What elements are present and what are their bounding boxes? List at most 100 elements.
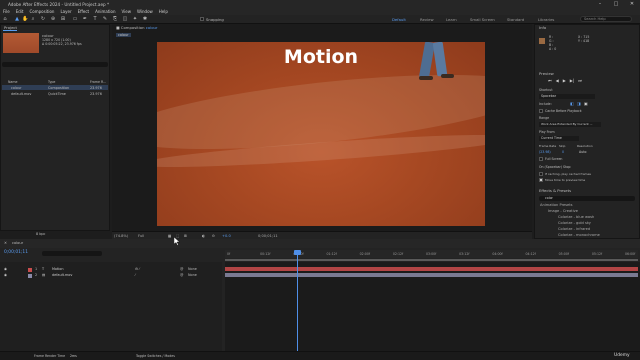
workspace-default[interactable]: Default [392, 17, 406, 22]
layer-switches[interactable]: ⚙ ⁄ [135, 267, 140, 271]
hand-tool-icon[interactable]: ✋ [22, 16, 28, 22]
type-tool-icon[interactable]: T [92, 16, 98, 22]
selection-tool-icon[interactable]: ▲ [14, 16, 20, 22]
parent-pickwhip-icon[interactable]: @ [180, 267, 183, 271]
play-from-dropdown[interactable]: Current Time [539, 136, 579, 141]
minimize-icon[interactable]: – [592, 0, 608, 8]
resolution-dropdown[interactable]: Full [138, 234, 144, 238]
layer-switches[interactable]: ⁄ [135, 273, 136, 277]
toggle-switches-modes[interactable]: Toggle Switches / Modes [136, 354, 175, 358]
zoom-tool-icon[interactable]: ⌕ [30, 16, 36, 22]
include-overlays-icon[interactable]: ▣ [584, 101, 588, 106]
composition-tab[interactable]: ■ Composition colour [116, 25, 158, 30]
menu-edit[interactable]: Edit [16, 9, 24, 14]
parent-dropdown[interactable]: None [188, 267, 197, 271]
resolution-dropdown[interactable]: Auto [579, 150, 586, 154]
menu-help[interactable]: Help [159, 9, 168, 14]
parent-pickwhip-icon[interactable]: @ [180, 273, 183, 277]
first-frame-icon[interactable]: ⏮ [548, 78, 552, 83]
effects-presets-title[interactable]: Effects & Presets [539, 188, 571, 193]
tree-image-creative[interactable]: Image - Creative [548, 209, 578, 213]
home-icon[interactable]: ⌂ [2, 16, 8, 22]
maximize-icon[interactable]: □ [608, 0, 624, 8]
eraser-tool-icon[interactable]: ◫ [122, 16, 128, 22]
cache-checkbox[interactable] [539, 109, 543, 113]
clone-tool-icon[interactable]: ⎘ [112, 16, 118, 22]
camera-tool-icon[interactable]: ⊕ [50, 16, 56, 22]
rectangle-tool-icon[interactable]: ▭ [72, 16, 78, 22]
menu-view[interactable]: View [122, 9, 132, 14]
parent-dropdown[interactable]: None [188, 273, 197, 277]
workspace-standard[interactable]: Standard [507, 17, 524, 22]
tree-blue-wash[interactable]: Colorize - blue wash [558, 215, 594, 219]
workspace-learn[interactable]: Learn [446, 17, 457, 22]
roto-tool-icon[interactable]: ✦ [132, 16, 138, 22]
menu-window[interactable]: Window [137, 9, 153, 14]
if-caching-checkbox[interactable] [539, 172, 543, 176]
menu-file[interactable]: File [3, 9, 10, 14]
anchor-tool-icon[interactable]: ⊞ [60, 16, 66, 22]
visibility-eye-icon[interactable]: ◉ [4, 273, 7, 277]
brush-tool-icon[interactable]: ✎ [102, 16, 108, 22]
tree-monochrome[interactable]: Colorize - monochrome [558, 233, 600, 237]
exposure-value[interactable]: +0.0 [222, 234, 231, 238]
tree-animation-presets[interactable]: Animation Presets [540, 203, 573, 207]
menu-animation[interactable]: Animation [95, 9, 115, 14]
col-name[interactable]: Name [8, 80, 17, 84]
layer-row[interactable]: ◉ 1 T Motion ⚙ ⁄ @ None [0, 267, 222, 272]
menu-layer[interactable]: Layer [60, 9, 71, 14]
col-type[interactable]: Type [48, 80, 55, 84]
viewer-timecode[interactable]: 0;00;01;11 [258, 234, 278, 238]
close-icon[interactable]: ✕ [624, 0, 640, 8]
transparency-grid-icon[interactable]: ▦ [168, 234, 171, 238]
snapping-checkbox[interactable] [200, 17, 204, 21]
effects-search-input[interactable]: color [539, 196, 635, 201]
layer-name[interactable]: default.mov [52, 273, 72, 277]
project-item-row[interactable]: colour Composition 23.976 [2, 85, 108, 90]
work-area-bar[interactable] [225, 259, 638, 261]
bpc-label[interactable]: 8 bpc [36, 232, 45, 236]
layer-row[interactable]: ◉ 2 ▤ default.mov ⁄ @ None [0, 273, 222, 278]
project-search-input[interactable] [2, 62, 108, 67]
search-help-input[interactable]: Search Help [580, 16, 632, 22]
next-frame-icon[interactable]: ▶| [570, 78, 574, 83]
playhead-handle[interactable] [294, 250, 301, 255]
menu-effect[interactable]: Effect [78, 9, 90, 14]
workspace-review[interactable]: Review [420, 17, 434, 22]
play-icon[interactable]: ▶ [563, 78, 566, 83]
playhead-line[interactable] [297, 250, 298, 351]
timeline-tab[interactable]: colour [12, 241, 23, 245]
tree-gold-sky[interactable]: Colorize - gold sky [558, 221, 591, 225]
video-frame[interactable]: Motion [157, 42, 485, 226]
range-dropdown[interactable]: Work Area Extended By Current ... [539, 122, 601, 127]
info-panel-title[interactable]: Info [539, 25, 546, 30]
skip-value[interactable]: 0 [562, 150, 564, 154]
timeline-search-input[interactable] [42, 251, 102, 256]
preview-panel-title[interactable]: Preview [539, 71, 554, 76]
workspace-small-screen[interactable]: Small Screen [470, 17, 495, 22]
menu-composition[interactable]: Composition [29, 9, 54, 14]
footage-layer-bar[interactable] [225, 273, 638, 277]
comp-breadcrumb[interactable]: colour [116, 33, 131, 37]
motion-text-layer[interactable]: Motion [157, 46, 485, 68]
include-audio-icon[interactable]: ◨ [577, 101, 581, 106]
layer-label-color[interactable] [28, 267, 32, 272]
timeline-timecode[interactable]: 0;00;01;11 [4, 250, 28, 255]
channel-icon[interactable]: ◐ [202, 234, 205, 238]
snapshot-icon[interactable]: ⊙ [212, 234, 215, 238]
frame-rate-value[interactable]: (23.98) [539, 150, 551, 154]
grid-guides-icon[interactable]: ⊞ [184, 234, 187, 238]
puppet-tool-icon[interactable]: ✱ [142, 16, 148, 22]
last-frame-icon[interactable]: ⏭ [578, 78, 582, 83]
tree-infrared[interactable]: Colorize - infrared [558, 227, 590, 231]
visibility-eye-icon[interactable]: ◉ [4, 267, 7, 271]
motion-layer-bar[interactable] [225, 267, 638, 271]
rotate-tool-icon[interactable]: ↻ [40, 16, 46, 22]
layer-label-color[interactable] [28, 273, 32, 278]
magnification-dropdown[interactable]: (74.8%) [114, 234, 128, 238]
pen-tool-icon[interactable]: ✒ [82, 16, 88, 22]
shortcut-dropdown[interactable]: Spacebar [539, 94, 595, 99]
workspace-libraries[interactable]: Libraries [538, 17, 554, 22]
full-screen-checkbox[interactable] [539, 157, 543, 161]
timeline-close-icon[interactable]: ✕ [4, 241, 7, 245]
